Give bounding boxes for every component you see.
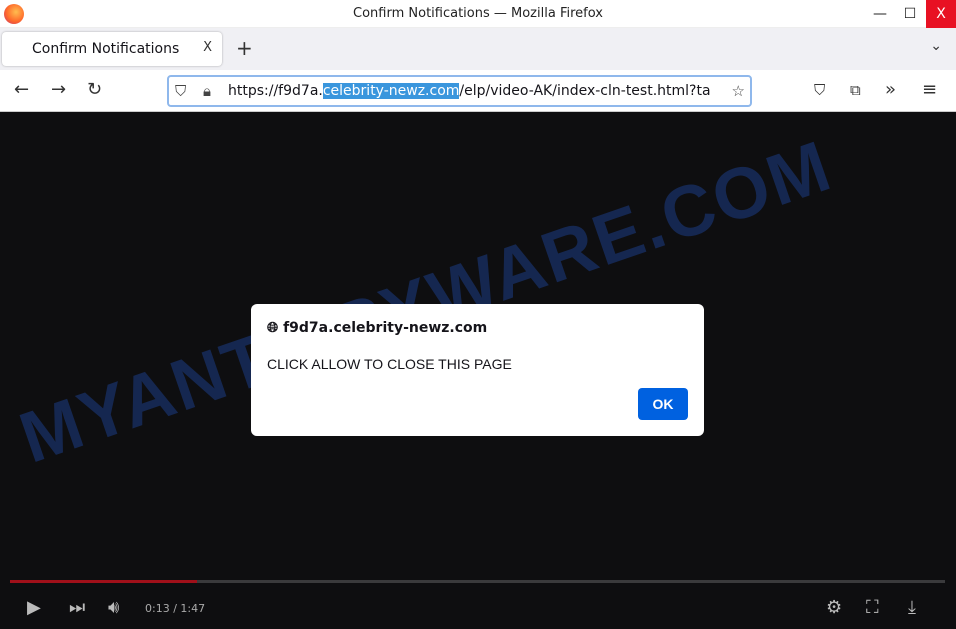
dialog-message: CLICK ALLOW TO CLOSE THIS PAGE [267,356,512,372]
globe-icon: 🌐︎ [267,320,279,336]
shield-icon[interactable]: ⛉ [175,82,186,100]
menu-icon[interactable]: ≡ [922,79,937,100]
notification-dialog: 🌐︎ f9d7a.celebrity-newz.com CLICK ALLOW … [251,304,704,436]
url-bar[interactable]: ⛉ 🔒︎ https://f9d7a.celebrity-newz.com/el… [167,75,752,107]
settings-gear-icon[interactable]: ⚙ [826,597,842,618]
new-tab-button[interactable]: + [236,36,253,60]
minimize-button[interactable]: — [865,0,895,28]
back-arrow-icon[interactable]: ← [14,79,29,100]
ok-button[interactable]: OK [638,388,688,420]
video-progress-bar[interactable] [10,580,945,583]
reload-icon[interactable]: ↻ [87,79,102,100]
play-icon[interactable]: ▶ [27,597,41,618]
volume-icon[interactable]: 🔊︎ [108,597,119,618]
forward-arrow-icon[interactable]: → [51,79,66,100]
navigation-bar: ← → ↻ ⛉ 🔒︎ https://f9d7a.celebrity-newz.… [0,70,956,112]
progress-fill [10,580,197,583]
time-display: 0:13 / 1:47 [145,602,206,615]
tab-list-chevron-icon[interactable]: ⌄ [930,38,942,54]
lock-icon[interactable]: 🔒︎ [203,82,211,100]
next-icon[interactable]: ⏭︎ [69,597,85,618]
tab-bar: Confirm Notifications X + ⌄ [0,28,956,70]
window-title: Confirm Notifications — Mozilla Firefox [353,6,603,21]
tab-confirm-notifications[interactable]: Confirm Notifications X [2,32,222,66]
maximize-button[interactable]: ☐ [895,0,925,28]
close-window-button[interactable]: X [926,0,956,28]
tab-label: Confirm Notifications [32,41,180,57]
title-bar: Confirm Notifications — Mozilla Firefox … [0,0,956,28]
extensions-icon[interactable]: ⧉ [850,81,861,99]
download-icon[interactable]: ⤓ [908,597,916,618]
fullscreen-icon[interactable]: ⛶ [866,597,879,618]
overflow-chevron-icon[interactable]: » [885,79,896,100]
dialog-host: 🌐︎ f9d7a.celebrity-newz.com [267,320,488,336]
bookmark-star-icon[interactable]: ☆ [732,82,745,100]
url-text[interactable]: https://f9d7a.celebrity-newz.com/elp/vid… [228,83,711,99]
pocket-icon[interactable]: ⛉ [814,81,825,99]
tab-close-icon[interactable]: X [203,40,212,55]
